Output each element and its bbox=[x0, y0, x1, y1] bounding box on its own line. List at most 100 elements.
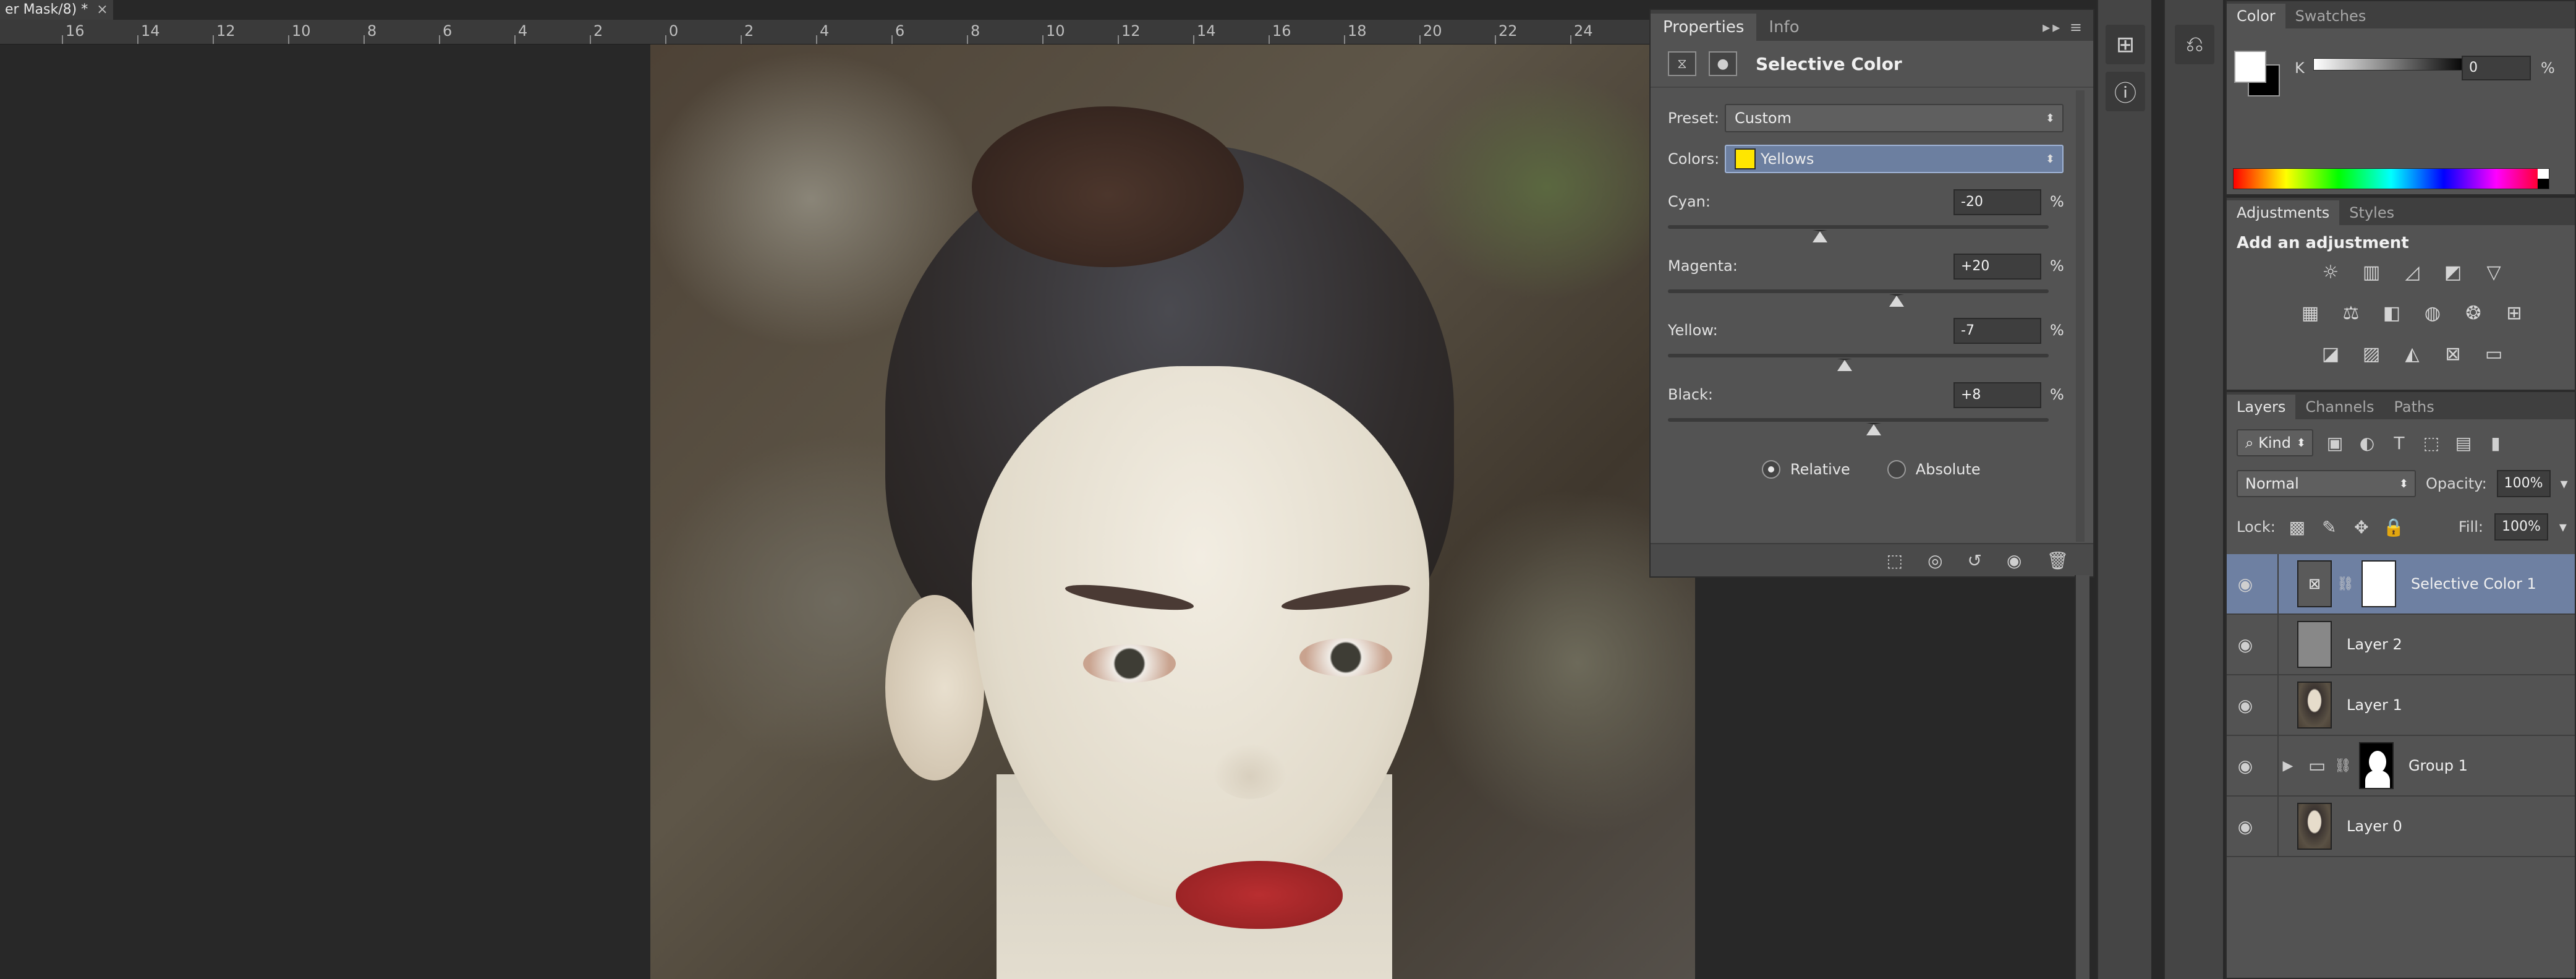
posterize-icon[interactable]: ▨ bbox=[2358, 340, 2385, 367]
view-previous-icon[interactable]: ◎ bbox=[1928, 550, 1942, 571]
eye-icon[interactable]: ◉ bbox=[2227, 635, 2264, 655]
tab-color[interactable]: Color bbox=[2227, 4, 2285, 28]
adjustment-icon[interactable]: ⧖ bbox=[1668, 51, 1696, 76]
fill-field[interactable]: 100% bbox=[2494, 513, 2548, 541]
hue-saturation-icon[interactable]: ▦ bbox=[2297, 299, 2324, 327]
cyan-thumb[interactable] bbox=[1813, 230, 1828, 242]
layer-row[interactable]: ◉ ▶ ▭ ⛓ Group 1 bbox=[2227, 736, 2575, 797]
k-slider[interactable] bbox=[2313, 58, 2468, 71]
spectrum-black[interactable] bbox=[2538, 179, 2549, 189]
colors-select[interactable]: Yellows ⬍ bbox=[1725, 145, 2064, 173]
panel-menu-icon[interactable]: ▸▸ ≡ bbox=[2043, 14, 2093, 41]
tab-paths[interactable]: Paths bbox=[2384, 395, 2444, 419]
group-mask-thumbnail[interactable] bbox=[2358, 742, 2394, 789]
link-icon[interactable]: ⛓ bbox=[2334, 758, 2352, 774]
adjustment-filter-icon[interactable]: ◐ bbox=[2357, 433, 2378, 453]
cyan-value-field[interactable]: -20 bbox=[1953, 189, 2041, 215]
magenta-value-field[interactable]: +20 bbox=[1953, 254, 2041, 280]
invert-icon[interactable]: ◪ bbox=[2317, 340, 2344, 367]
absolute-radio[interactable]: Absolute bbox=[1887, 460, 1981, 479]
lock-transparent-icon[interactable]: ▩ bbox=[2287, 517, 2308, 537]
properties-dock-icon[interactable]: ⊞ bbox=[2106, 25, 2145, 64]
radio-dot-off[interactable] bbox=[1887, 460, 1906, 479]
document-tab[interactable]: er Mask/8) * × bbox=[0, 0, 113, 20]
photo-filter-icon[interactable]: ◍ bbox=[2419, 299, 2446, 327]
visibility-icon[interactable]: ◉ bbox=[2007, 550, 2021, 571]
color-spectrum[interactable] bbox=[2233, 168, 2549, 189]
trash-icon[interactable]: 🗑 bbox=[2046, 550, 2068, 571]
lock-all-icon[interactable]: 🔒 bbox=[2383, 517, 2405, 537]
tab-properties[interactable]: Properties bbox=[1651, 14, 1757, 41]
magenta-thumb[interactable] bbox=[1889, 294, 1904, 307]
reset-icon[interactable]: ↺ bbox=[1968, 550, 1982, 571]
yellow-thumb[interactable] bbox=[1837, 359, 1853, 371]
tab-info[interactable]: Info bbox=[1756, 14, 1811, 41]
layer-thumbnail bbox=[2297, 621, 2332, 668]
type-filter-icon[interactable]: T bbox=[2389, 433, 2410, 453]
opacity-dropdown-icon[interactable]: ▾ bbox=[2561, 475, 2568, 492]
layer-row[interactable]: ◉ Layer 1 bbox=[2227, 675, 2575, 736]
close-icon[interactable]: × bbox=[96, 1, 108, 19]
tab-channels[interactable]: Channels bbox=[2295, 395, 2384, 419]
tab-swatches[interactable]: Swatches bbox=[2285, 4, 2376, 28]
ruler-label: 10 bbox=[292, 22, 311, 40]
layer-row[interactable]: ◉ ⊠ ⛓ Selective Color 1 bbox=[2227, 554, 2575, 615]
brightness-icon[interactable]: ☼ bbox=[2317, 259, 2344, 286]
color-lookup-icon[interactable]: ⊞ bbox=[2501, 299, 2528, 327]
magenta-track[interactable] bbox=[1668, 289, 2049, 293]
spectrum-white[interactable] bbox=[2538, 169, 2549, 179]
lock-position-icon[interactable]: ✥ bbox=[2351, 517, 2372, 537]
eye-icon[interactable]: ◉ bbox=[2227, 695, 2264, 716]
k-value-field[interactable]: 0 bbox=[2462, 56, 2531, 80]
shape-filter-icon[interactable]: ⬚ bbox=[2421, 433, 2442, 453]
selective-color-icon[interactable]: ⊠ bbox=[2439, 340, 2467, 367]
black-track[interactable] bbox=[1668, 418, 2049, 422]
tab-styles[interactable]: Styles bbox=[2339, 200, 2404, 225]
fg-bg-swatches[interactable] bbox=[2234, 51, 2290, 100]
canvas-vertical-scrollbar[interactable] bbox=[2075, 575, 2089, 979]
filter-kind-select[interactable]: ⌕ Kind ⬍ bbox=[2237, 429, 2313, 456]
relative-radio[interactable]: Relative bbox=[1762, 460, 1850, 479]
channel-mixer-icon[interactable]: ❂ bbox=[2460, 299, 2487, 327]
threshold-icon[interactable]: ◭ bbox=[2399, 340, 2426, 367]
curves-icon[interactable]: ◿ bbox=[2399, 259, 2426, 286]
black-thumb[interactable] bbox=[1866, 423, 1881, 435]
info-dock-icon[interactable]: ⓘ bbox=[2106, 72, 2145, 111]
history-icon[interactable]: ⎌ bbox=[2175, 25, 2214, 64]
gradient-map-icon[interactable]: ▭ bbox=[2480, 340, 2507, 367]
exposure-icon[interactable]: ◩ bbox=[2439, 259, 2467, 286]
black-value-field[interactable]: +8 bbox=[1953, 382, 2041, 408]
pixel-filter-icon[interactable]: ▣ bbox=[2324, 433, 2345, 453]
levels-icon[interactable]: ▥ bbox=[2358, 259, 2385, 286]
fill-dropdown-icon[interactable]: ▾ bbox=[2559, 518, 2567, 536]
layer-row[interactable]: ◉ Layer 0 bbox=[2227, 797, 2575, 857]
smart-object-filter-icon[interactable]: ▤ bbox=[2453, 433, 2474, 453]
tab-adjustments[interactable]: Adjustments bbox=[2227, 200, 2340, 225]
blend-mode-select[interactable]: Normal ⬍ bbox=[2237, 470, 2416, 497]
yellow-track[interactable] bbox=[1668, 354, 2049, 357]
radio-dot-on[interactable] bbox=[1762, 460, 1780, 479]
mask-icon[interactable]: ● bbox=[1709, 51, 1737, 76]
layer-row[interactable]: ◉ Layer 2 bbox=[2227, 615, 2575, 675]
link-icon[interactable]: ⛓ bbox=[2337, 576, 2354, 592]
color-balance-icon[interactable]: ⚖ bbox=[2337, 299, 2365, 327]
eye-icon[interactable]: ◉ bbox=[2227, 756, 2264, 776]
eye-icon[interactable]: ◉ bbox=[2227, 574, 2264, 594]
opacity-field[interactable]: 100% bbox=[2496, 470, 2551, 497]
properties-scrollbar[interactable] bbox=[2076, 90, 2085, 542]
vibrance-icon[interactable]: ▽ bbox=[2480, 259, 2507, 286]
canvas-photo[interactable] bbox=[650, 45, 1695, 979]
filter-toggle-icon[interactable]: ▮ bbox=[2485, 433, 2506, 453]
black-white-icon[interactable]: ◧ bbox=[2378, 299, 2405, 327]
expand-arrow-icon[interactable]: ▶ bbox=[2279, 758, 2297, 774]
yellow-value-field[interactable]: -7 bbox=[1953, 318, 2041, 344]
lock-image-icon[interactable]: ✎ bbox=[2319, 517, 2340, 537]
clip-to-layer-icon[interactable]: ⬚ bbox=[1887, 550, 1903, 571]
cyan-track[interactable] bbox=[1668, 225, 2049, 229]
preset-select[interactable]: Custom ⬍ bbox=[1725, 104, 2064, 132]
tab-layers[interactable]: Layers bbox=[2227, 395, 2296, 419]
layer-mask-thumbnail[interactable] bbox=[2361, 560, 2396, 607]
eye-icon[interactable]: ◉ bbox=[2227, 816, 2264, 837]
horizontal-ruler[interactable]: 16 14 12 10 8 6 4 2 0 2 4 6 8 10 12 14 16 18 20 22 24 bbox=[0, 20, 1651, 45]
foreground-color-swatch[interactable] bbox=[2234, 51, 2266, 83]
